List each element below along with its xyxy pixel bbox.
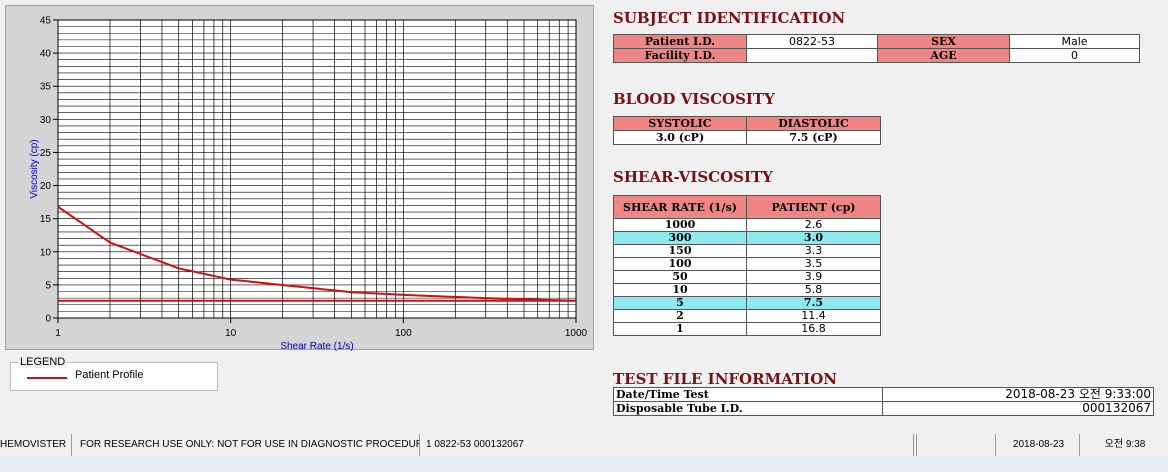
diastolic-value: 7.5 (cP) xyxy=(746,130,881,145)
table-row-highlighted: 5 7.5 xyxy=(613,296,881,310)
x-tick-label: 10 xyxy=(225,328,237,339)
status-notice: FOR RESEARCH USE ONLY: NOT FOR USE IN DI… xyxy=(76,434,420,456)
bottom-band xyxy=(0,456,1168,472)
patient-cp-cell: 3.0 xyxy=(746,231,881,245)
shear-viscosity-table: SHEAR RATE (1/s) PATIENT (cp) 1000 2.6 30… xyxy=(613,195,881,336)
tube-id-label: Disposable Tube I.D. xyxy=(613,401,883,416)
shear-rate-cell: 300 xyxy=(613,231,747,245)
facility-id-label: Facility I.D. xyxy=(613,48,747,63)
patient-id-value: 0822-53 xyxy=(746,34,878,49)
y-tick-label: 30 xyxy=(40,115,52,126)
y-tick-label: 5 xyxy=(45,280,51,291)
x-tick-label: 1 xyxy=(55,328,61,339)
status-bar: HEMOVISTER FOR RESEARCH USE ONLY: NOT FO… xyxy=(0,434,1168,456)
patient-cp-cell: 16.8 xyxy=(746,322,881,336)
table-row: 2 11.4 xyxy=(613,309,881,323)
patient-cp-cell: 7.5 xyxy=(746,296,881,310)
shear-rate-cell: 150 xyxy=(613,244,747,258)
table-row: 10 5.8 xyxy=(613,283,881,297)
legend-title: LEGEND xyxy=(18,356,68,368)
status-app-name: HEMOVISTER xyxy=(0,434,72,456)
legend-label: Patient Profile xyxy=(75,369,144,381)
x-tick-label: 1000 xyxy=(565,328,588,339)
blood-viscosity-table: SYSTOLIC DIASTOLIC 3.0 (cP) 7.5 (cP) xyxy=(613,116,881,145)
table-row: 150 3.3 xyxy=(613,244,881,258)
test-file-table: Date/Time Test 2018-08-23 오전 9:33:00 Dis… xyxy=(613,387,1154,416)
age-value: 0 xyxy=(1009,48,1140,63)
patient-cp-cell: 3.3 xyxy=(746,244,881,258)
shear-rate-cell: 50 xyxy=(613,270,747,284)
plot-area xyxy=(57,19,577,319)
shear-rate-header: SHEAR RATE (1/s) xyxy=(613,195,747,219)
subject-title: SUBJECT IDENTIFICATION xyxy=(613,9,846,27)
table-row: 100 3.5 xyxy=(613,257,881,271)
shear-rate-cell: 2 xyxy=(613,309,747,323)
shear-rate-cell: 10 xyxy=(613,283,747,297)
y-tick-label: 15 xyxy=(40,214,52,225)
systolic-value: 3.0 (cP) xyxy=(613,130,747,145)
patient-cp-cell: 5.8 xyxy=(746,283,881,297)
patient-cp-cell: 3.5 xyxy=(746,257,881,271)
x-axis-label: Shear Rate (1/s) xyxy=(280,341,353,351)
status-empty-pane xyxy=(916,434,996,456)
datetime-label: Date/Time Test xyxy=(613,387,883,402)
patient-cp-cell: 3.9 xyxy=(746,270,881,284)
table-row: 1000 2.6 xyxy=(613,218,881,232)
table-row: 50 3.9 xyxy=(613,270,881,284)
legend-line-swatch xyxy=(27,377,67,379)
y-tick-label: 20 xyxy=(40,181,52,192)
sex-value: Male xyxy=(1009,34,1140,49)
subject-table: Patient I.D. 0822-53 SEX Male Facility I… xyxy=(613,34,1140,63)
status-time: 오전 9:38 xyxy=(1104,439,1146,450)
patient-cp-header: PATIENT (cp) xyxy=(746,195,881,219)
patient-cp-cell: 2.6 xyxy=(746,218,881,232)
shear-rate-cell: 1000 xyxy=(613,218,747,232)
y-tick-label: 40 xyxy=(40,49,52,60)
systolic-label: SYSTOLIC xyxy=(613,116,747,131)
chart-panel: 0 5 10 15 20 25 30 35 40 45 1 10 100 1000 Shear Rate (… xyxy=(5,5,594,352)
y-tick-label: 0 xyxy=(45,314,51,325)
facility-id-value xyxy=(746,48,878,63)
diastolic-label: DIASTOLIC xyxy=(746,116,881,131)
tube-id-value: 000132067 xyxy=(882,401,1154,416)
y-axis-label: Viscosity (cp) xyxy=(29,139,40,198)
status-info: 1 0822-53 000132067 xyxy=(422,434,914,456)
patient-id-label: Patient I.D. xyxy=(613,34,747,49)
shear-rate-cell: 1 xyxy=(613,322,747,336)
y-tick-label: 35 xyxy=(40,82,52,93)
y-tick-label: 25 xyxy=(40,148,52,159)
blood-viscosity-title: BLOOD VISCOSITY xyxy=(613,90,775,108)
shear-rate-cell: 5 xyxy=(613,296,747,310)
shear-rate-cell: 100 xyxy=(613,257,747,271)
age-label: AGE xyxy=(877,48,1010,63)
shear-viscosity-title: SHEAR-VISCOSITY xyxy=(613,168,773,186)
y-tick-label: 45 xyxy=(40,16,52,27)
datetime-value: 2018-08-23 오전 9:33:00 xyxy=(882,387,1154,402)
sex-label: SEX xyxy=(877,34,1010,49)
status-date: 2018-08-23 xyxy=(998,434,1080,456)
y-tick-label: 10 xyxy=(40,247,52,258)
viscosity-chart: 0 5 10 15 20 25 30 35 40 45 1 10 100 1000 Shear Rate (… xyxy=(29,16,588,352)
x-tick-label: 100 xyxy=(395,328,412,339)
test-file-title: TEST FILE INFORMATION xyxy=(613,370,837,388)
table-row: 1 16.8 xyxy=(613,322,881,336)
table-row-highlighted: 300 3.0 xyxy=(613,231,881,245)
patient-cp-cell: 11.4 xyxy=(746,309,881,323)
